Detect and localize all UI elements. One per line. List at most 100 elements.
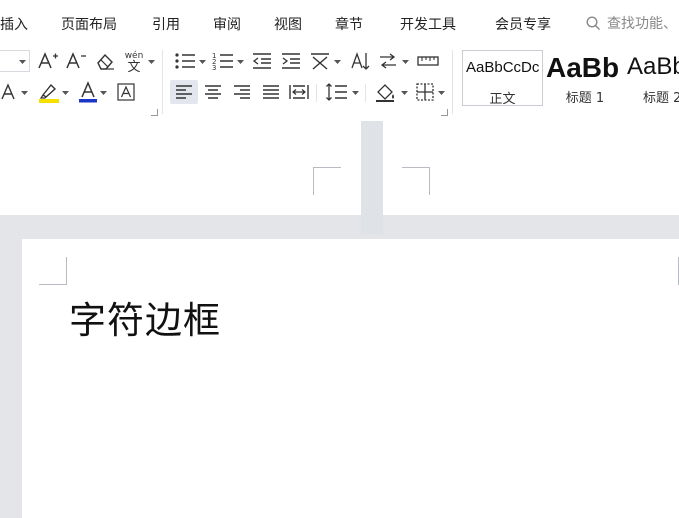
search-icon — [586, 15, 600, 30]
phonetic-guide-button[interactable]: wén 文 — [121, 48, 147, 74]
text-effect-icon — [1, 83, 15, 100]
text-effect-button[interactable] — [0, 81, 20, 103]
style-normal[interactable]: AaBbCcDc 正文 — [462, 50, 543, 106]
increase-indent-button[interactable] — [279, 50, 303, 72]
style-caption: 标题 2 — [643, 91, 679, 106]
menu-section[interactable]: 章节 — [335, 14, 363, 34]
chevron-down-icon[interactable] — [438, 91, 445, 96]
align-center-icon — [205, 85, 221, 99]
menu-member-exclusive[interactable]: 会员专享 — [495, 14, 551, 34]
distributed-align-icon — [289, 85, 309, 99]
shrink-font-button[interactable] — [64, 50, 88, 72]
chevron-down-icon[interactable] — [100, 91, 107, 96]
justify-icon — [263, 85, 279, 99]
align-left-icon — [176, 85, 192, 99]
crop-mark-icon — [39, 257, 67, 285]
page-gutter — [361, 121, 383, 234]
chevron-down-icon[interactable] — [148, 60, 155, 65]
distributed-align-button[interactable] — [287, 81, 311, 103]
paint-bucket-icon — [376, 84, 394, 102]
search-placeholder: 查找功能、 — [607, 16, 677, 32]
chinese-layout-button[interactable] — [308, 50, 332, 72]
bullet-list-button[interactable] — [173, 50, 197, 72]
decrease-indent-button[interactable] — [250, 50, 274, 72]
chevron-down-icon[interactable] — [401, 91, 408, 96]
previous-page-bottom-left — [0, 121, 361, 215]
borders-button[interactable] — [413, 81, 437, 103]
ribbon-toolbar: wén 文 1 2 3 AaBbCcDc 正文 AaBb 标题 1 AaB 标题… — [0, 44, 679, 122]
decrease-indent-icon — [252, 53, 271, 69]
highlight-color-button[interactable] — [36, 80, 62, 104]
align-left-button[interactable] — [170, 80, 198, 104]
chevron-down-icon[interactable] — [21, 91, 28, 96]
style-sample: AaBb — [627, 53, 679, 80]
sort-icon — [351, 52, 370, 70]
chevron-down-icon[interactable] — [237, 60, 244, 65]
character-border-button[interactable] — [114, 81, 138, 103]
font-dialog-launcher[interactable] — [151, 109, 158, 116]
bullet-list-icon — [175, 53, 195, 69]
crop-mark-icon — [678, 257, 679, 285]
group-divider — [365, 84, 366, 102]
chevron-down-icon[interactable] — [62, 91, 69, 96]
line-spacing-button[interactable] — [324, 81, 350, 103]
svg-text:文: 文 — [127, 60, 140, 73]
align-right-icon — [234, 85, 250, 99]
chevron-down-icon[interactable] — [352, 91, 359, 96]
document-heading-text[interactable]: 字符边框 — [69, 290, 221, 344]
chevron-down-icon[interactable] — [334, 60, 341, 65]
clear-format-button[interactable] — [93, 50, 117, 72]
justify-button[interactable] — [259, 81, 283, 103]
chinese-layout-icon — [311, 53, 329, 70]
text-direction-icon — [380, 53, 396, 69]
style-caption: 正文 — [489, 92, 516, 106]
menu-references[interactable]: 引用 — [152, 14, 180, 34]
group-divider — [316, 84, 317, 102]
chevron-down-icon[interactable] — [199, 60, 206, 65]
ruler-icon — [417, 56, 439, 66]
font-color-icon — [79, 81, 97, 103]
search-box[interactable]: 查找功能、 — [586, 12, 677, 34]
menu-page-layout[interactable]: 页面布局 — [61, 14, 117, 34]
align-right-button[interactable] — [230, 81, 254, 103]
group-divider — [162, 50, 163, 114]
paragraph-dialog-launcher[interactable] — [441, 109, 448, 116]
styles-gallery: AaBbCcDc 正文 AaBb 标题 1 AaBb 标题 2 — [460, 50, 679, 110]
style-caption: 标题 1 — [565, 91, 605, 106]
document-page[interactable] — [22, 239, 679, 518]
menu-review[interactable]: 审阅 — [213, 14, 241, 34]
sort-button[interactable] — [349, 50, 373, 72]
shrink-font-icon — [66, 52, 86, 69]
highlighter-icon — [39, 83, 59, 103]
menu-insert[interactable]: 插入 — [0, 14, 28, 34]
phonetic-guide-icon: wén 文 — [125, 50, 144, 73]
grow-font-button[interactable] — [36, 50, 60, 72]
menu-developer-tools[interactable]: 开发工具 — [400, 14, 456, 34]
style-sample: AaBb — [546, 52, 620, 83]
numbered-list-icon: 1 2 3 — [212, 52, 233, 71]
text-direction-button[interactable] — [376, 50, 400, 72]
font-size-select[interactable] — [0, 50, 30, 72]
svg-text:3: 3 — [212, 64, 216, 71]
crop-mark-icon — [313, 167, 341, 195]
line-spacing-icon — [326, 83, 347, 101]
ruler-button[interactable] — [415, 50, 441, 72]
grow-font-icon — [38, 52, 58, 69]
style-sample: AaBbCcDc — [466, 59, 540, 76]
group-divider — [452, 50, 453, 114]
numbered-list-button[interactable]: 1 2 3 — [211, 50, 235, 72]
style-heading-2[interactable]: AaBb 标题 2 — [626, 50, 679, 106]
chevron-down-icon — [19, 60, 26, 64]
shading-button[interactable] — [373, 81, 399, 103]
eraser-icon — [97, 53, 114, 70]
increase-indent-icon — [282, 53, 300, 69]
character-border-icon — [117, 83, 135, 101]
crop-mark-icon — [402, 167, 430, 195]
align-center-button[interactable] — [201, 81, 225, 103]
font-color-button[interactable] — [76, 80, 100, 104]
menu-view[interactable]: 视图 — [274, 14, 302, 34]
chevron-down-icon[interactable] — [402, 60, 409, 65]
menu-bar: 插入 页面布局 引用 审阅 视图 章节 开发工具 会员专享 查找功能、 — [0, 0, 679, 44]
style-heading-1[interactable]: AaBb 标题 1 — [544, 50, 626, 106]
borders-icon — [416, 83, 434, 101]
